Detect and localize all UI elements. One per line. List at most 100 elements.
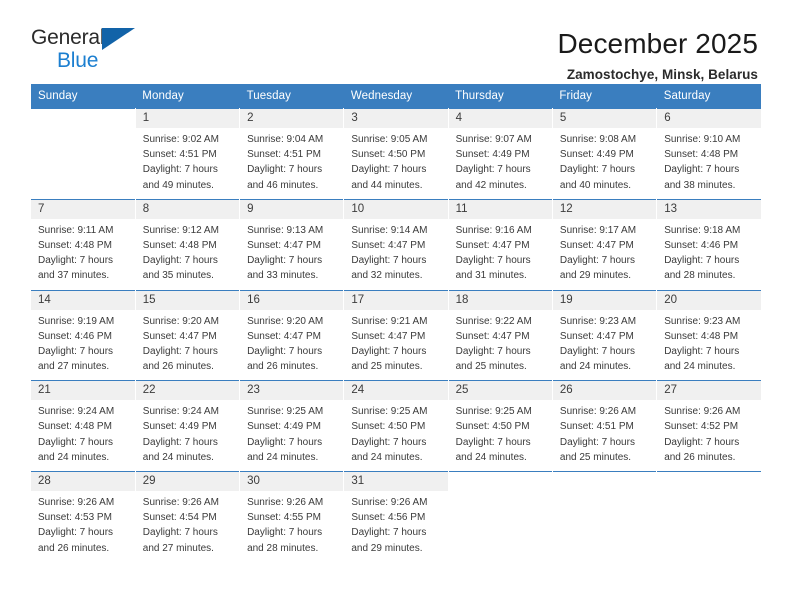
- day-detail-line: Sunrise: 9:25 AM: [247, 406, 324, 418]
- day-number: 10: [344, 199, 448, 219]
- day-detail-line: Daylight: 7 hours: [38, 527, 114, 539]
- day-detail-line: and 31 minutes.: [455, 270, 527, 282]
- day-detail-line: and 38 minutes.: [664, 179, 736, 191]
- day-detail-line: and 49 minutes.: [142, 179, 214, 191]
- day-detail-line: Sunset: 4:50 PM: [351, 149, 426, 161]
- day-number: [552, 472, 657, 491]
- calendar-day-cell[interactable]: 27 Sunrise: 9:26 AM Sunset: 4:52 PM Dayligh…: [657, 380, 761, 471]
- day-detail-line: Sunset: 4:52 PM: [664, 421, 739, 433]
- day-detail-line: Sunrise: 9:13 AM: [247, 224, 324, 236]
- day-detail-line: Sunset: 4:48 PM: [142, 239, 217, 251]
- day-detail-line: Sunset: 4:47 PM: [559, 330, 634, 342]
- calendar-day-cell[interactable]: 2 Sunrise: 9:04 AM Sunset: 4:51 PM Daylight…: [239, 108, 345, 199]
- day-cell-inner: 4 Sunrise: 9:07 AM Sunset: 4:49 PM Daylight…: [448, 108, 552, 199]
- day-detail-line: Sunrise: 9:07 AM: [455, 134, 532, 145]
- calendar-day-cell[interactable]: 31 Sunrise: 9:26 AM Sunset: 4:56 PM Dayligh…: [343, 471, 449, 562]
- day-detail-line: Sunset: 4:47 PM: [247, 330, 321, 342]
- calendar-day-cell[interactable]: 20 Sunrise: 9:23 AM Sunset: 4:48 PM Dayligh…: [657, 289, 761, 381]
- calendar-day-cell[interactable]: 24 Sunrise: 9:25 AM Sunset: 4:50 PM Dayligh…: [343, 380, 449, 471]
- calendar-day-cell[interactable]: 16 Sunrise: 9:20 AM Sunset: 4:47 PM Dayligh…: [239, 289, 345, 381]
- day-detail-line: Sunrise: 9:02 AM: [142, 134, 219, 145]
- day-detail-line: Sunrise: 9:24 AM: [142, 406, 219, 418]
- day-detail-line: Daylight: 7 hours: [455, 436, 531, 448]
- day-detail-line: Sunrise: 9:11 AM: [38, 224, 114, 236]
- calendar-day-cell[interactable]: 28 Sunrise: 9:26 AM Sunset: 4:53 PM Dayligh…: [31, 471, 136, 562]
- day-sun-details: Sunrise: 9:19 AM Sunset: 4:46 PM Daylight:…: [31, 310, 135, 381]
- day-sun-details: [657, 491, 761, 501]
- calendar-day-cell[interactable]: 6 Sunrise: 9:10 AM Sunset: 4:48 PM Daylight…: [657, 108, 761, 199]
- day-detail-line: Daylight: 7 hours: [559, 255, 635, 267]
- calendar-day-cell[interactable]: 1 Sunrise: 9:02 AM Sunset: 4:51 PM Daylight…: [135, 108, 241, 199]
- day-sun-details: Sunrise: 9:26 AM Sunset: 4:51 PM Daylight:…: [553, 400, 656, 471]
- calendar-day-cell-empty: [657, 471, 761, 562]
- day-cell-inner: 5 Sunrise: 9:08 AM Sunset: 4:49 PM Daylight…: [552, 108, 657, 199]
- calendar-day-cell[interactable]: 9 Sunrise: 9:13 AM Sunset: 4:47 PM Daylight…: [239, 198, 345, 290]
- calendar-day-cell[interactable]: 13 Sunrise: 9:18 AM Sunset: 4:46 PM Dayligh…: [657, 198, 761, 290]
- day-sun-details: Sunrise: 9:20 AM Sunset: 4:47 PM Daylight:…: [240, 310, 343, 381]
- day-sun-details: Sunrise: 9:24 AM Sunset: 4:48 PM Daylight:…: [31, 400, 135, 471]
- page-header: General Blue December 2025 Zamostochye, …: [0, 0, 792, 82]
- calendar-day-cell[interactable]: 15 Sunrise: 9:20 AM Sunset: 4:47 PM Dayligh…: [135, 289, 241, 381]
- day-detail-line: Sunset: 4:51 PM: [247, 149, 321, 161]
- day-detail-line: Sunset: 4:54 PM: [142, 512, 217, 524]
- calendar-day-cell[interactable]: 25 Sunrise: 9:25 AM Sunset: 4:50 PM Dayligh…: [448, 380, 553, 471]
- calendar-day-cell[interactable]: 12 Sunrise: 9:17 AM Sunset: 4:47 PM Dayligh…: [552, 198, 658, 290]
- day-detail-line: and 24 minutes.: [247, 451, 319, 463]
- day-detail-line: Daylight: 7 hours: [38, 436, 114, 448]
- day-detail-line: Sunrise: 9:26 AM: [142, 497, 219, 508]
- day-number: 25: [448, 381, 552, 401]
- calendar-day-cell[interactable]: 11 Sunrise: 9:16 AM Sunset: 4:47 PM Dayligh…: [448, 198, 553, 290]
- day-detail-line: Sunset: 4:48 PM: [664, 149, 739, 161]
- day-sun-details: [553, 491, 656, 501]
- day-detail-line: Sunset: 4:51 PM: [559, 421, 634, 433]
- calendar-day-cell[interactable]: 14 Sunrise: 9:19 AM Sunset: 4:46 PM Dayligh…: [31, 289, 136, 381]
- day-detail-line: Sunrise: 9:23 AM: [664, 315, 741, 327]
- calendar-day-cell[interactable]: 7 Sunrise: 9:11 AM Sunset: 4:48 PM Daylight…: [31, 198, 136, 290]
- calendar-week-row: 21 Sunrise: 9:24 AM Sunset: 4:48 PM Dayligh…: [31, 380, 761, 471]
- day-detail-line: Sunrise: 9:26 AM: [351, 497, 428, 508]
- calendar-day-cell[interactable]: 5 Sunrise: 9:08 AM Sunset: 4:49 PM Daylight…: [552, 108, 658, 199]
- day-detail-line: Daylight: 7 hours: [142, 164, 218, 176]
- day-sun-details: Sunrise: 9:24 AM Sunset: 4:49 PM Daylight:…: [136, 400, 239, 471]
- day-detail-line: and 24 minutes.: [351, 451, 423, 463]
- calendar-day-cell[interactable]: 22 Sunrise: 9:24 AM Sunset: 4:49 PM Dayligh…: [135, 380, 241, 471]
- day-detail-line: and 46 minutes.: [247, 179, 319, 191]
- calendar-day-cell[interactable]: 19 Sunrise: 9:23 AM Sunset: 4:47 PM Dayligh…: [552, 289, 658, 381]
- day-cell-inner: 22 Sunrise: 9:24 AM Sunset: 4:49 PM Dayligh…: [135, 380, 240, 471]
- calendar-day-cell[interactable]: 18 Sunrise: 9:22 AM Sunset: 4:47 PM Dayligh…: [448, 289, 553, 381]
- day-detail-line: Sunset: 4:49 PM: [455, 149, 530, 161]
- day-sun-details: Sunrise: 9:14 AM Sunset: 4:47 PM Daylight:…: [344, 219, 447, 290]
- day-sun-details: [31, 128, 135, 138]
- calendar-day-cell-empty: [31, 108, 136, 199]
- calendar-day-cell[interactable]: 23 Sunrise: 9:25 AM Sunset: 4:49 PM Dayligh…: [239, 380, 345, 471]
- calendar-day-cell[interactable]: 21 Sunrise: 9:24 AM Sunset: 4:48 PM Dayligh…: [31, 380, 136, 471]
- day-detail-line: and 24 minutes.: [455, 451, 527, 463]
- calendar-day-cell[interactable]: 17 Sunrise: 9:21 AM Sunset: 4:47 PM Dayligh…: [343, 289, 449, 381]
- day-cell-inner: 9 Sunrise: 9:13 AM Sunset: 4:47 PM Daylight…: [240, 198, 344, 290]
- weekday-header-wednesday: Wednesday: [343, 84, 449, 108]
- day-number: 28: [31, 472, 135, 491]
- day-detail-line: Sunset: 4:46 PM: [38, 330, 112, 342]
- calendar-day-cell[interactable]: 10 Sunrise: 9:14 AM Sunset: 4:47 PM Dayligh…: [343, 198, 449, 290]
- calendar-day-cell[interactable]: 3 Sunrise: 9:05 AM Sunset: 4:50 PM Daylight…: [343, 108, 449, 199]
- calendar-day-cell[interactable]: 29 Sunrise: 9:26 AM Sunset: 4:54 PM Dayligh…: [135, 471, 241, 562]
- day-sun-details: Sunrise: 9:25 AM Sunset: 4:50 PM Daylight:…: [344, 400, 447, 471]
- day-detail-line: and 40 minutes.: [559, 179, 632, 191]
- calendar-day-cell[interactable]: 8 Sunrise: 9:12 AM Sunset: 4:48 PM Daylight…: [135, 198, 241, 290]
- day-detail-line: and 26 minutes.: [142, 361, 214, 373]
- day-detail-line: and 26 minutes.: [247, 361, 319, 373]
- day-detail-line: Sunset: 4:46 PM: [664, 239, 739, 251]
- calendar-day-cell[interactable]: 26 Sunrise: 9:26 AM Sunset: 4:51 PM Dayligh…: [552, 380, 658, 471]
- brand-logo[interactable]: General Blue: [31, 26, 151, 74]
- day-number: [657, 472, 761, 491]
- calendar-week-row: 14 Sunrise: 9:19 AM Sunset: 4:46 PM Dayligh…: [31, 289, 761, 381]
- day-detail-line: Sunset: 4:47 PM: [351, 330, 426, 342]
- day-detail-line: and 42 minutes.: [455, 179, 527, 191]
- day-detail-line: and 24 minutes.: [559, 361, 632, 373]
- calendar-day-cell[interactable]: 30 Sunrise: 9:26 AM Sunset: 4:55 PM Dayligh…: [239, 471, 345, 562]
- day-cell-inner: 14 Sunrise: 9:19 AM Sunset: 4:46 PM Dayligh…: [31, 289, 135, 381]
- calendar-day-cell[interactable]: 4 Sunrise: 9:07 AM Sunset: 4:49 PM Daylight…: [448, 108, 553, 199]
- day-cell-inner: 13 Sunrise: 9:18 AM Sunset: 4:46 PM Dayligh…: [657, 198, 761, 290]
- day-number: 19: [552, 290, 657, 310]
- day-cell-inner: 27 Sunrise: 9:26 AM Sunset: 4:52 PM Dayligh…: [657, 380, 761, 471]
